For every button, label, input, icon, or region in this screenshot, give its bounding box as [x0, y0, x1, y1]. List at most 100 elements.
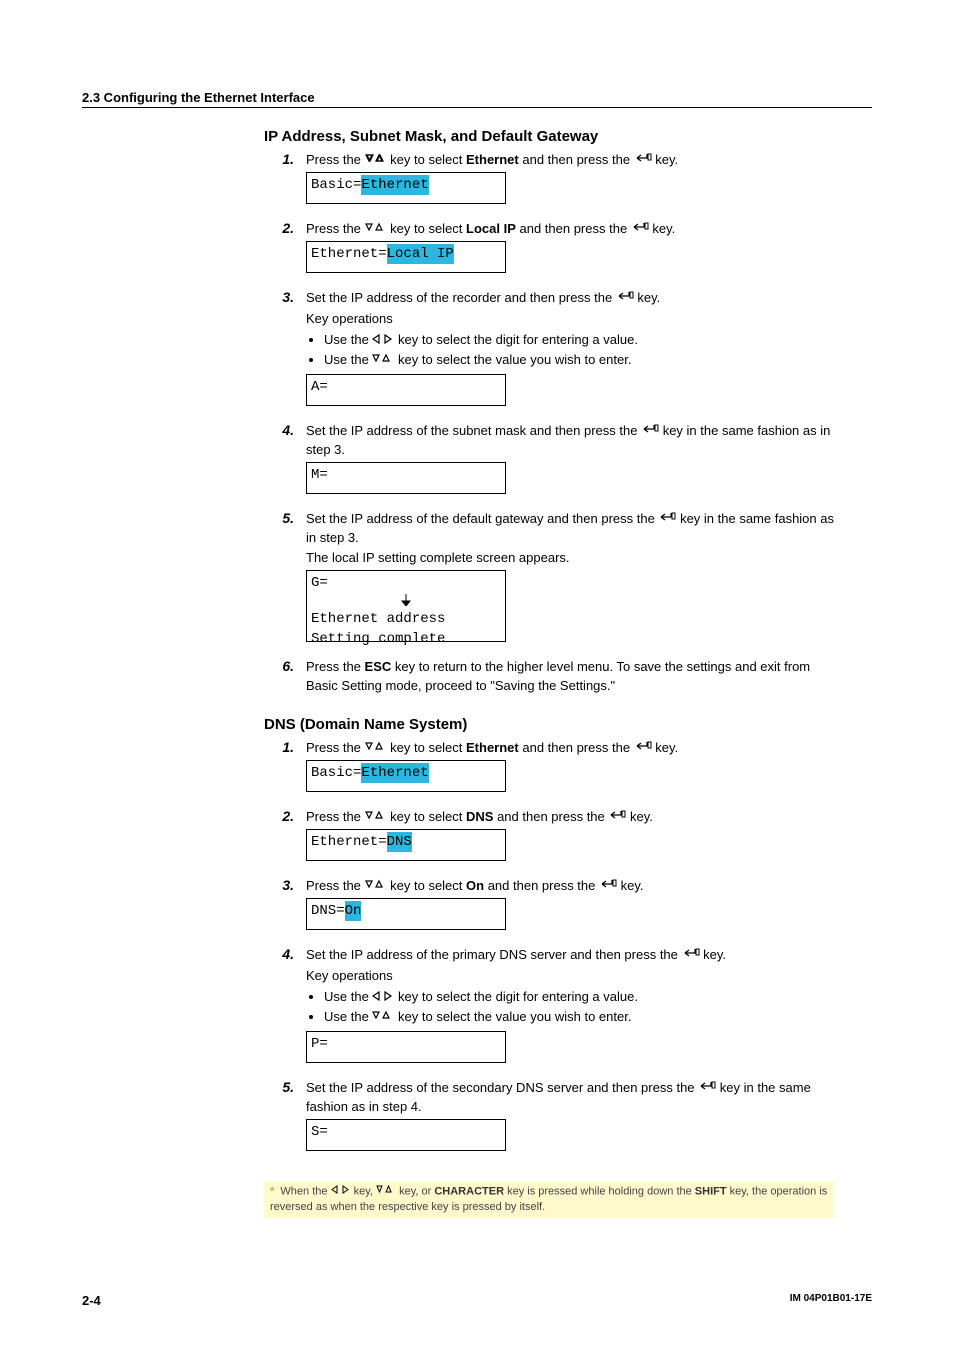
text: Use the — [324, 332, 372, 347]
esc-key: ESC — [365, 659, 392, 674]
target-word: DNS — [466, 809, 493, 824]
lcd-prefix: M= — [311, 465, 328, 485]
leftright-icon — [372, 331, 394, 350]
target-word: Ethernet — [466, 152, 519, 167]
updown-icon — [365, 808, 387, 827]
text: Set the IP address of the recorder and t… — [306, 290, 616, 305]
text: key to select — [387, 221, 466, 236]
ip-step-2: 2. Press the key to select Local IP and … — [264, 220, 834, 285]
text: key to select — [387, 740, 466, 755]
lcd-display: M= — [306, 462, 506, 494]
text: key to select the value you wish to ente… — [394, 352, 631, 367]
bullet: Use the key to select the digit for ente… — [324, 331, 834, 350]
updown-icon — [372, 1008, 394, 1027]
lcd-display: DNS=On — [306, 898, 506, 930]
bullet: Use the key to select the value you wish… — [324, 1008, 834, 1027]
text: Press the — [306, 878, 365, 893]
step-number: 6. — [264, 658, 306, 698]
step-number: 2. — [264, 220, 306, 285]
ip-step-1: 1. Press the key to select Ethernet and … — [264, 151, 834, 216]
text: Set the IP address of the primary DNS se… — [306, 947, 682, 962]
bullet: Use the key to select the value you wish… — [324, 351, 834, 370]
lcd-highlight: On — [345, 901, 362, 921]
arrow-down-icon — [311, 594, 501, 609]
dns-step-4: 4. Set the IP address of the primary DNS… — [264, 946, 834, 1075]
lcd-display: S= — [306, 1119, 506, 1151]
updown-icon — [365, 220, 387, 239]
page-number: 2-4 — [82, 1293, 101, 1308]
lcd-display: Basic=Ethernet — [306, 172, 506, 204]
updown-icon — [376, 1184, 396, 1199]
text: and then press the — [519, 740, 634, 755]
enter-icon — [634, 151, 652, 170]
updown-icon — [372, 351, 394, 370]
ip-section-title: IP Address, Subnet Mask, and Default Gat… — [264, 128, 834, 145]
text: Use the — [324, 1009, 372, 1024]
text: key to select the value you wish to ente… — [394, 1009, 631, 1024]
lcd-prefix: S= — [311, 1122, 328, 1142]
text: key. — [652, 152, 679, 167]
lcd-line: Setting complete — [311, 629, 501, 649]
enter-icon — [599, 877, 617, 896]
keyops-title: Key operations — [306, 310, 834, 329]
text: key. — [634, 290, 661, 305]
target-word: On — [466, 878, 484, 893]
lcd-highlight: DNS — [387, 832, 412, 852]
character-key: CHARACTER — [434, 1185, 504, 1197]
lcd-prefix: G= — [311, 575, 328, 591]
text: and then press the — [484, 878, 599, 893]
step-number: 3. — [264, 877, 306, 942]
enter-icon — [682, 946, 700, 965]
shift-key: SHIFT — [695, 1185, 727, 1197]
step-number: 5. — [264, 1079, 306, 1163]
lcd-prefix: DNS= — [311, 901, 345, 921]
lcd-display-tall: G= Ethernet address Setting complete — [306, 570, 506, 642]
enter-icon — [634, 739, 652, 758]
step-number: 5. — [264, 510, 306, 655]
enter-icon — [698, 1079, 716, 1098]
text: and then press the — [516, 221, 631, 236]
footer: 2-4 IM 04P01B01-17E — [82, 1293, 872, 1308]
leftright-icon — [372, 988, 394, 1007]
text: Press the — [306, 221, 365, 236]
lcd-prefix: A= — [311, 377, 328, 397]
lcd-display: Basic=Ethernet — [306, 760, 506, 792]
keyops-title: Key operations — [306, 967, 834, 986]
updown-icon — [365, 151, 387, 170]
text: key to select the digit for entering a v… — [394, 989, 638, 1004]
step-number: 1. — [264, 739, 306, 804]
dns-step-3: 3. Press the key to select On and then p… — [264, 877, 834, 942]
footnote: * When the key, key, or CHARACTER key is… — [264, 1181, 834, 1218]
text: Set the IP address of the secondary DNS … — [306, 1080, 698, 1095]
step-number: 4. — [264, 422, 306, 506]
text: Use the — [324, 989, 372, 1004]
lcd-display: Ethernet=Local IP — [306, 241, 506, 273]
lcd-display: A= — [306, 374, 506, 406]
text: The local IP setting complete screen app… — [306, 549, 834, 568]
ip-step-3: 3. Set the IP address of the recorder an… — [264, 289, 834, 418]
page: 2.3 Configuring the Ethernet Interface I… — [0, 0, 954, 1350]
text: key, or — [396, 1185, 434, 1197]
step-number: 1. — [264, 151, 306, 216]
dns-step-1: 1. Press the key to select Ethernet and … — [264, 739, 834, 804]
ip-step-5: 5. Set the IP address of the default gat… — [264, 510, 834, 655]
ip-step-4: 4. Set the IP address of the subnet mask… — [264, 422, 834, 506]
enter-icon — [641, 422, 659, 441]
lcd-display: Ethernet=DNS — [306, 829, 506, 861]
text: key to select — [387, 878, 466, 893]
lcd-line: Ethernet address — [311, 609, 501, 629]
text: Press the — [306, 152, 365, 167]
step-number: 4. — [264, 946, 306, 1075]
lcd-prefix: P= — [311, 1034, 328, 1054]
dns-step-2: 2. Press the key to select DNS and then … — [264, 808, 834, 873]
lcd-prefix: Basic= — [311, 175, 361, 195]
target-word: Local IP — [466, 221, 516, 236]
text: key. — [626, 809, 653, 824]
target-word: Ethernet — [466, 740, 519, 755]
lcd-prefix: Basic= — [311, 763, 361, 783]
lcd-display: P= — [306, 1031, 506, 1063]
text: Press the — [306, 659, 365, 674]
footnote-star: * — [270, 1185, 274, 1197]
text: Set the IP address of the default gatewa… — [306, 511, 658, 526]
text: When the — [280, 1185, 330, 1197]
